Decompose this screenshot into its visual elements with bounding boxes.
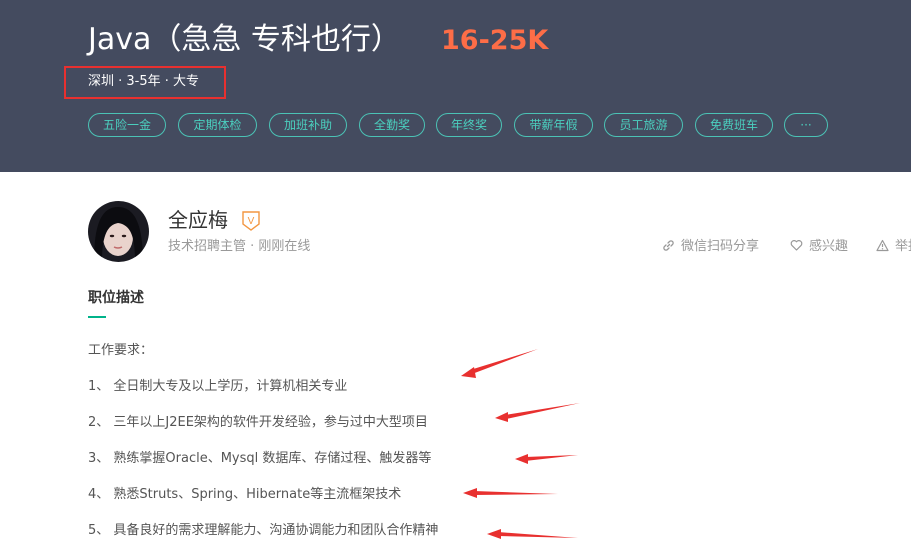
arrow-mark (495, 412, 508, 422)
arrow-mark (525, 455, 578, 461)
arrow-mark (474, 491, 558, 495)
annotation-arrows (461, 349, 580, 539)
arrow-mark (515, 454, 528, 464)
arrow-mark (463, 488, 477, 498)
arrow-mark (470, 349, 538, 374)
arrow-mark (505, 403, 580, 419)
arrow-mark (487, 529, 501, 539)
arrow-mark (461, 367, 476, 378)
arrow-mark (498, 532, 578, 538)
